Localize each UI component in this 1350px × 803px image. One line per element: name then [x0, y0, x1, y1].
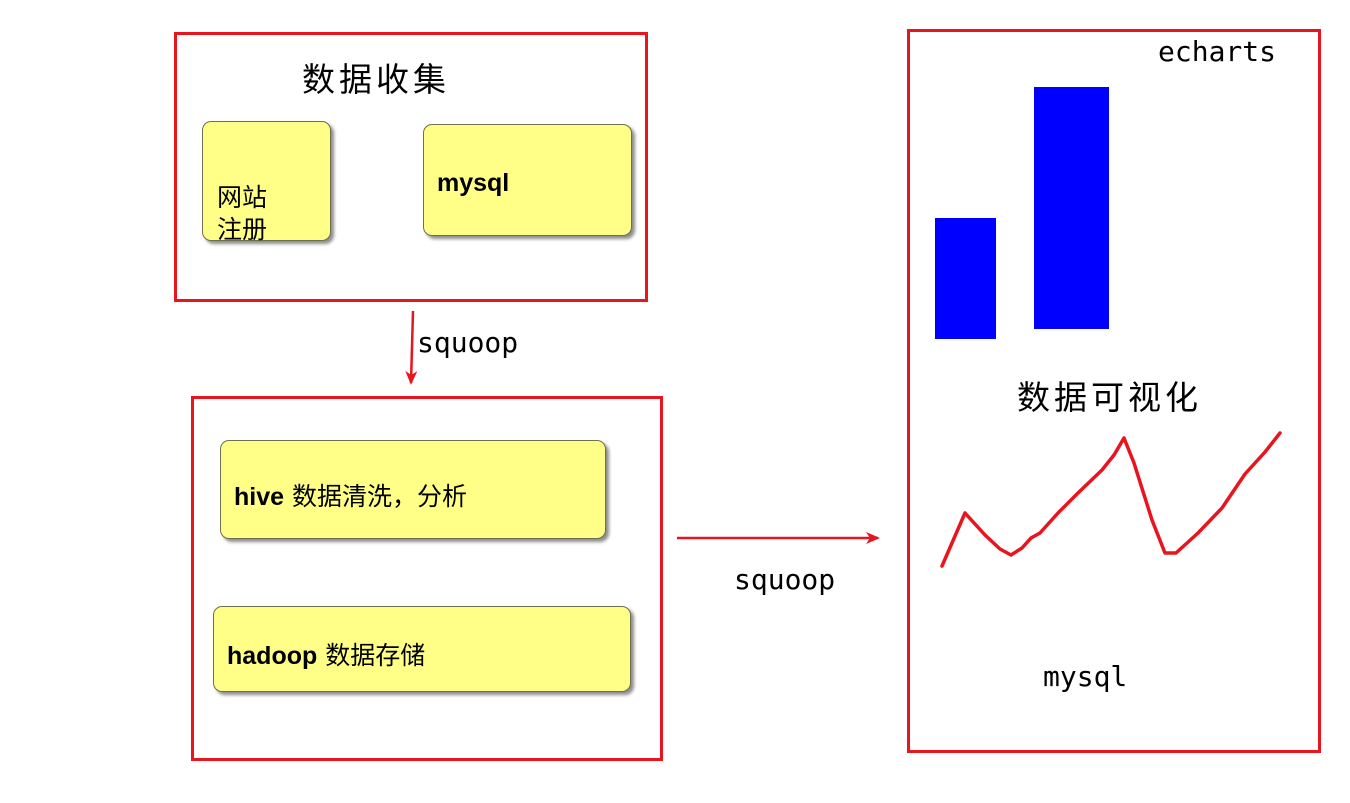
- connectors-layer: squoop squoop: [405, 310, 1282, 596]
- arrow-right-label: squoop: [734, 563, 835, 596]
- arrow-down-label: squoop: [417, 326, 518, 359]
- arrow-down: [405, 310, 418, 385]
- trend-line: [940, 431, 1282, 568]
